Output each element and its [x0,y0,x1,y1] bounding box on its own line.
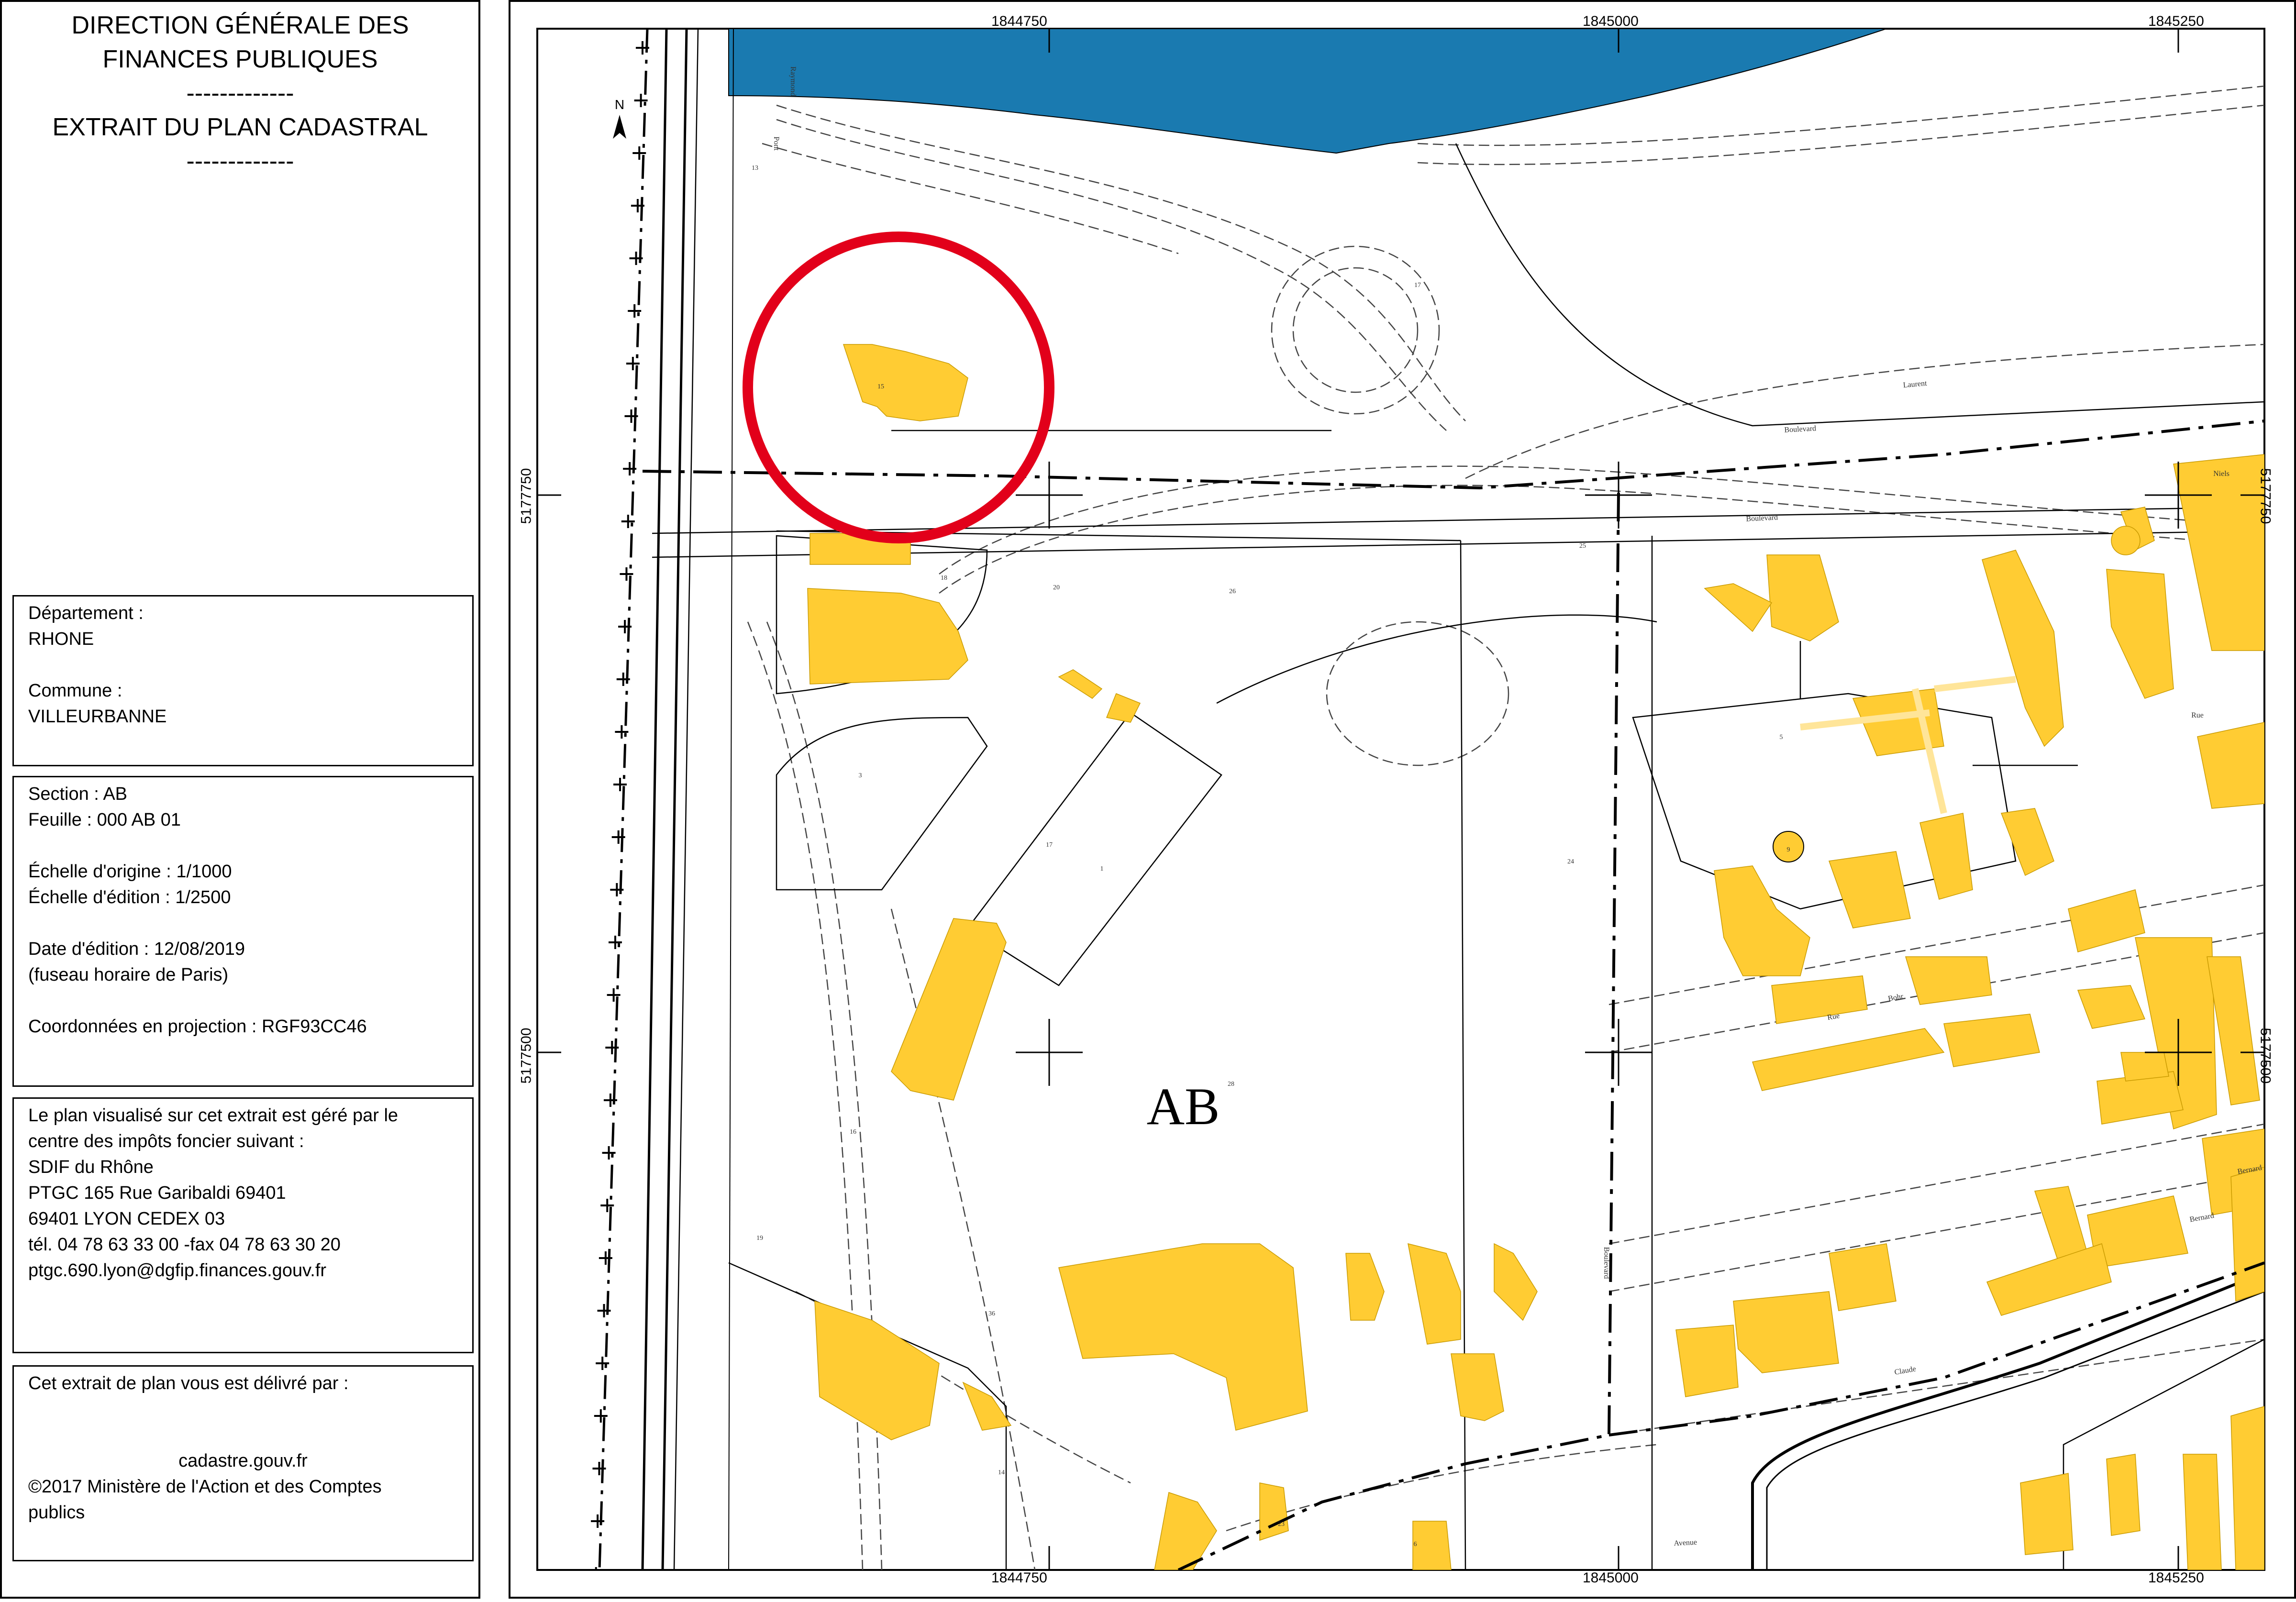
departement-value: RHONE [28,629,94,649]
parcel-number-2: 18 [941,575,947,582]
street-label-10: Boulevard [1602,1247,1610,1279]
parcel-number-3: 20 [1053,584,1060,591]
coord-right-1: 5177750 [2257,468,2274,524]
parcel-number-0: 15 [877,383,884,390]
coord-bottom-3: 1845250 [2148,1570,2204,1586]
info-panel: DIRECTION GÉNÉRALE DES FINANCES PUBLIQUE… [0,0,480,1599]
parcel-number-15: 23 [1278,1521,1285,1528]
feuille-value: Feuille : 000 AB 01 [28,810,181,830]
parcel-number-6: 3 [859,772,862,779]
parcel-number-4: 26 [1229,588,1236,595]
centre-address: PTGC 165 Rue Garibaldi 69401 [28,1183,286,1203]
departement-label: Département : [28,603,144,623]
centre-line-2: centre des impôts foncier suivant : [28,1131,304,1151]
delivered-copyright: ©2017 Ministère de l'Action et des Compt… [28,1477,382,1497]
coord-bottom-2: 1845000 [1583,1570,1639,1586]
echelle-edition: Échelle d'édition : 1/2500 [28,887,231,907]
street-label-4: Rue [2191,711,2204,719]
building-45 [2106,1454,2141,1536]
building-46 [2183,1454,2222,1570]
header-line-3: EXTRAIT DU PLAN CADASTRAL [52,113,428,141]
centre-phone: tél. 04 78 63 33 00 -fax 04 78 63 30 20 [28,1235,341,1255]
coord-top-3: 1845250 [2148,13,2204,29]
building-15 [1412,1521,1452,1570]
echelle-origine: Échelle d'origine : 1/1000 [28,862,232,882]
building-14 [1259,1482,1289,1541]
delivered-copyright-2: publics [28,1503,85,1523]
parcel-number-14: 14 [998,1469,1005,1476]
parcel-number-19: 36 [988,1310,995,1317]
building-49 [2230,1167,2264,1302]
street-label-2: Niels [2213,470,2229,478]
building-47 [2230,1406,2264,1570]
building-round-east [2111,526,2141,555]
parcel-number-7: 5 [1780,734,1783,741]
commune-value: VILLEURBANNE [28,707,167,727]
street-label-12: Raymond [789,66,797,96]
parcel-number-12: 28 [1228,1081,1234,1088]
street-label-1: Boulevard [1784,424,1816,434]
parcel-number-13: 16 [850,1128,856,1136]
north-label: N [615,97,624,112]
centre-city: 69401 LYON CEDEX 03 [28,1209,225,1229]
section-box: Section : AB Feuille : 000 AB 01 Échelle… [12,776,474,1087]
coord-top-2: 1845000 [1583,13,1639,29]
parcel-number-17: 13 [752,165,758,172]
coord-left-2: 5177500 [518,1027,534,1084]
cadastral-map[interactable]: 15171820262535917124281614231913636Laure… [509,0,2296,1599]
coord-right-2: 5177500 [2257,1027,2274,1084]
building-44 [1675,1325,1739,1397]
parcel-number-1: 17 [1414,282,1421,289]
date-edition: Date d'édition : 12/08/2019 [28,939,245,959]
parcel-number-16: 19 [756,1235,763,1242]
street-label-3: Boulevard [1746,513,1778,523]
coord-top-1: 1844750 [991,13,1047,29]
delivered-box: Cet extrait de plan vous est délivré par… [12,1365,474,1561]
header-separator-1: ------------- [186,79,294,107]
centre-line-1: Le plan visualisé sur cet extrait est gé… [28,1105,399,1126]
fuseau-horaire: (fuseau horaire de Paris) [28,965,229,985]
commune-label: Commune : [28,681,122,701]
parcel-number-5: 25 [1579,542,1586,550]
parcel-number-18: 6 [1414,1541,1417,1548]
coord-bottom-1: 1844750 [991,1570,1047,1586]
header-separator-2: ------------- [186,147,294,175]
street-label-13: Avenue [1674,1538,1697,1548]
delivered-site: cadastre.gouv.fr [178,1451,308,1471]
departement-box: Département : RHONE Commune : VILLEURBAN… [12,595,474,766]
parcel-number-8: 9 [1787,846,1790,853]
header-title: DIRECTION GÉNÉRALE DES FINANCES PUBLIQUE… [2,9,478,178]
building-42 [1829,1243,1897,1311]
building-36 [2120,1052,2169,1082]
coord-left-1: 5177750 [518,468,534,524]
delivered-line-1: Cet extrait de plan vous est délivré par… [28,1373,349,1393]
centre-name: SDIF du Rhône [28,1157,154,1177]
header-line-1: DIRECTION GÉNÉRALE DES [71,11,409,39]
header-line-2: FINANCES PUBLIQUES [102,45,378,73]
street-label-11: Pont [772,136,780,151]
centre-box: Le plan visualisé sur cet extrait est gé… [12,1097,474,1353]
centre-email: ptgc.690.lyon@dgfip.finances.gouv.fr [28,1260,327,1281]
parcel-number-11: 24 [1567,858,1574,865]
coordonnees-projection: Coordonnées en projection : RGF93CC46 [28,1016,367,1037]
section-label: AB [1147,1077,1220,1136]
building-48 [2020,1473,2074,1555]
parcel-number-10: 1 [1100,865,1104,873]
section-value: Section : AB [28,784,128,804]
parcel-number-9: 17 [1046,841,1053,849]
